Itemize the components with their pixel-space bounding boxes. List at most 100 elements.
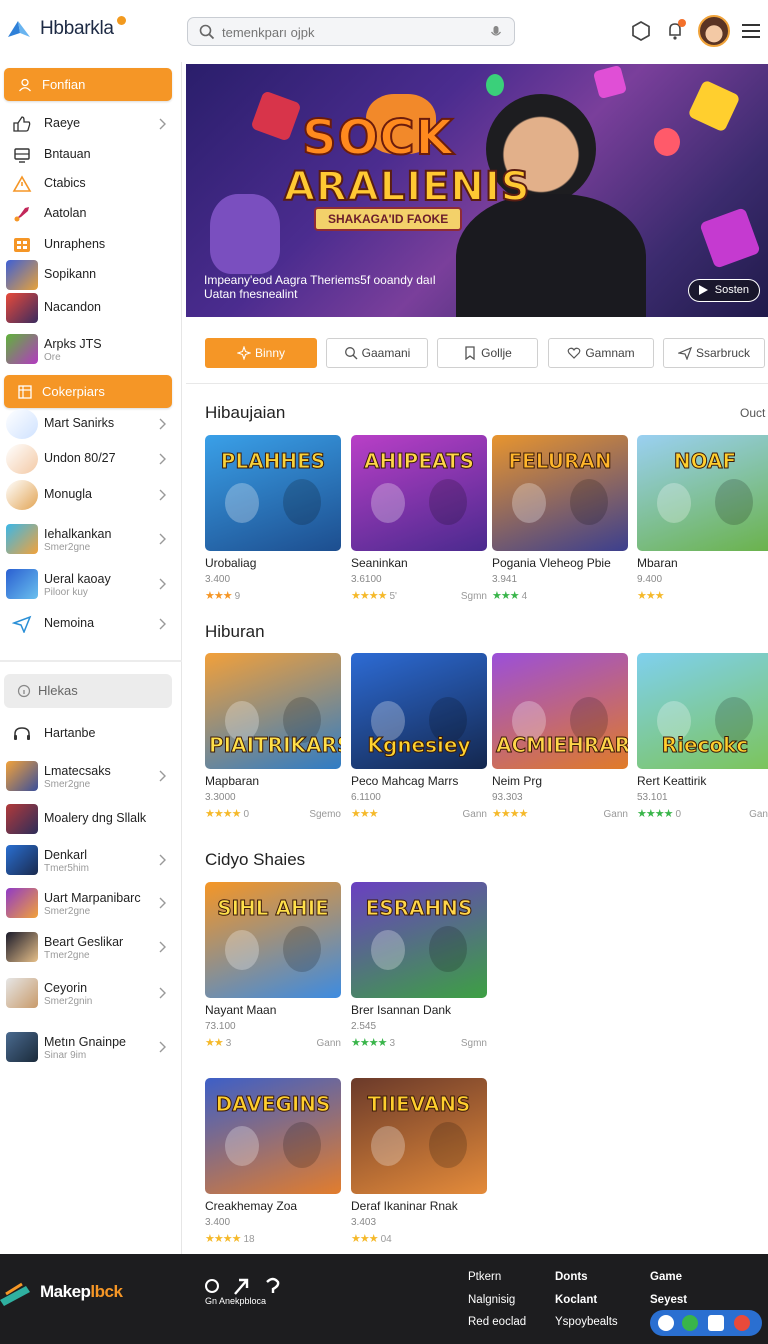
game-title[interactable]: Mapbaran xyxy=(205,774,259,788)
messenger-icon[interactable] xyxy=(658,1315,674,1331)
sidebar-item[interactable]: Nemoina xyxy=(0,607,182,641)
tab-binny[interactable]: Binny xyxy=(205,338,317,368)
page-icon[interactable] xyxy=(708,1315,724,1331)
sidebar-item[interactable]: Raeye xyxy=(0,107,182,141)
game-title[interactable]: Mbaran xyxy=(637,556,678,570)
game-players: 3.6100 xyxy=(351,574,382,585)
game-title[interactable]: Rert Keattirik xyxy=(637,774,706,788)
bug-icon[interactable] xyxy=(734,1315,750,1331)
game-card[interactable]: FELURAN Pogania Vleheog Pbie 3.941 ★★★ 4 xyxy=(492,435,628,605)
footer-brand[interactable]: Makeplbck xyxy=(40,1282,123,1302)
tab-gamnam[interactable]: Gamnam xyxy=(548,338,654,368)
game-players: 6.1100 xyxy=(351,792,381,803)
sidebar-item[interactable]: Unraphens xyxy=(0,228,182,262)
game-cover[interactable]: SIHL AHIE xyxy=(205,882,341,998)
game-title[interactable]: Nayant Maan xyxy=(205,1003,276,1017)
game-card[interactable]: TIIEVANS Deraf Ikaninar Rnak 3.403 ★★★ 04 xyxy=(351,1078,487,1248)
footer-link[interactable]: Donts xyxy=(555,1271,588,1283)
sparkle-icon xyxy=(236,346,251,360)
hero-banner[interactable]: SOCK ARALIENIS SHAKAGA'ID FAOKE Impeany'… xyxy=(186,64,768,317)
sidebar-search[interactable]: Hlekas xyxy=(4,674,172,708)
footer-link[interactable]: Ptkern xyxy=(468,1271,501,1283)
sidebar-item[interactable]: Metın Gnainpe Sinar 9im xyxy=(0,1030,182,1064)
rating-stars: ★★★★ 5' xyxy=(351,589,397,602)
cube-decoration xyxy=(250,90,302,142)
avatar[interactable] xyxy=(698,15,730,47)
sidebar-section-button[interactable]: Cokerpiars xyxy=(4,375,172,408)
game-cover[interactable]: ESRAHNS xyxy=(351,882,487,998)
rating-value: 0 xyxy=(675,809,682,820)
game-card[interactable]: SIHL AHIE Nayant Maan 73.100 ★★ 3 Gann xyxy=(205,882,341,1052)
game-card[interactable]: Kgnesiey Peco Mahcag Marrs 6.1100 ★★★ Gann xyxy=(351,653,487,823)
tools-label: Gn Anekpbloca xyxy=(205,1296,267,1306)
sidebar-item[interactable]: Nacandon xyxy=(0,291,182,325)
game-cover[interactable]: DAVEGINS xyxy=(205,1078,341,1194)
sidebar-item[interactable]: Arpks JTS Ore xyxy=(0,332,182,366)
footer-link[interactable]: Seyest xyxy=(650,1294,687,1306)
sidebar-item[interactable]: Monugla xyxy=(0,478,182,512)
sidebar-item[interactable]: Moalery dng Sllalk xyxy=(0,802,182,836)
game-cover[interactable]: FELURAN xyxy=(492,435,628,551)
game-title[interactable]: Seaninkan xyxy=(351,556,408,570)
game-cover[interactable]: TIIEVANS xyxy=(351,1078,487,1194)
game-cover[interactable]: AHIPEATS xyxy=(351,435,487,551)
game-card[interactable]: Riecokc Rert Keattirik 53.101 ★★★★ 0 Gan xyxy=(637,653,768,823)
game-cover[interactable]: ACMIEHRAR xyxy=(492,653,628,769)
game-title[interactable]: Neim Prg xyxy=(492,774,542,788)
game-title[interactable]: Urobaliag xyxy=(205,556,256,570)
hero-cta-button[interactable]: Sosten xyxy=(687,279,760,302)
settings-icon[interactable] xyxy=(630,20,652,42)
top-bar: Hbbarkla xyxy=(0,0,768,62)
sidebar-item[interactable]: Hartanbe xyxy=(0,717,182,751)
game-thumbnail xyxy=(6,409,38,439)
footer-link[interactable]: Red eoclad xyxy=(468,1316,526,1328)
search-bar[interactable] xyxy=(187,17,515,46)
game-cover[interactable]: PIAITRIKARS xyxy=(205,653,341,769)
footer-link[interactable]: Koclant xyxy=(555,1294,597,1306)
sidebar-item[interactable]: Denkarl Tmer5him xyxy=(0,843,182,877)
sidebar-item[interactable]: Mart Sanirks xyxy=(0,407,182,441)
sidebar-item[interactable]: Aatolan xyxy=(0,197,182,231)
game-card[interactable]: ESRAHNS Brer Isannan Dank 2.545 ★★★★ 3 Sgmn xyxy=(351,882,487,1052)
microphone-icon[interactable] xyxy=(490,25,502,40)
section-more-link[interactable]: Ouct xyxy=(740,406,765,420)
game-title[interactable]: Brer Isannan Dank xyxy=(351,1003,451,1017)
game-card[interactable]: NOAF Mbaran 9.400 ★★★ xyxy=(637,435,768,605)
game-card[interactable]: DAVEGINS Creakhemay Zoa 3.400 ★★★★ 18 xyxy=(205,1078,341,1248)
game-card[interactable]: PIAITRIKARS Mapbaran 3.3000 ★★★★ 0 Sgemo xyxy=(205,653,341,823)
whatsapp-icon[interactable] xyxy=(682,1315,698,1331)
game-cover[interactable]: NOAF xyxy=(637,435,768,551)
tab-gollje[interactable]: Gollje xyxy=(437,338,538,368)
game-title[interactable]: Peco Mahcag Marrs xyxy=(351,774,458,788)
tab-ssarbruck[interactable]: Ssarbruck xyxy=(663,338,765,368)
game-cover[interactable]: Riecokc xyxy=(637,653,768,769)
game-thumbnail xyxy=(6,334,38,364)
tab-gaamani[interactable]: Gaamani xyxy=(326,338,428,368)
search-input[interactable] xyxy=(222,22,472,42)
sidebar-item[interactable]: Uart Marpanibarc Smer2gne xyxy=(0,886,182,920)
game-card[interactable]: ACMIEHRAR Neim Prg 93.303 ★★★★ Gann xyxy=(492,653,628,823)
menu-icon[interactable] xyxy=(740,20,762,42)
sidebar-item[interactable]: Ctabics xyxy=(0,167,182,201)
tools-icons[interactable] xyxy=(203,1276,293,1312)
sidebar-item[interactable]: Undon 80/27 xyxy=(0,442,182,476)
game-title[interactable]: Pogania Vleheog Pbie xyxy=(492,556,611,570)
sidebar-primary-button[interactable]: Fonfian xyxy=(4,68,172,101)
sidebar-item[interactable]: Sopikann xyxy=(0,258,182,292)
sidebar-item[interactable]: Lmatecsaks Smer2gne xyxy=(0,759,182,793)
footer-link[interactable]: Nalgnisig xyxy=(468,1294,515,1306)
game-card[interactable]: AHIPEATS Seaninkan 3.6100 ★★★★ 5' Sgmn xyxy=(351,435,487,605)
game-cover[interactable]: PLAHHES xyxy=(205,435,341,551)
app-name[interactable]: Hbbarkla xyxy=(40,18,114,40)
sidebar-item[interactable]: Iehalkankan Smer2gne xyxy=(0,522,182,556)
sidebar-item[interactable]: Ceyorin Smer2gnin xyxy=(0,976,182,1010)
footer-link[interactable]: Yspoybealts xyxy=(555,1316,618,1328)
headset-icon xyxy=(14,727,30,740)
game-title[interactable]: Creakhemay Zoa xyxy=(205,1199,297,1213)
game-card[interactable]: PLAHHES Urobaliag 3.400 ★★★ 9 xyxy=(205,435,341,605)
game-cover[interactable]: Kgnesiey xyxy=(351,653,487,769)
footer-link[interactable]: Game xyxy=(650,1271,682,1283)
sidebar-item[interactable]: Ueral kaoay Piloor kuy xyxy=(0,567,182,601)
sidebar-item[interactable]: Beart Geslikar Tmer2gne xyxy=(0,930,182,964)
game-title[interactable]: Deraf Ikaninar Rnak xyxy=(351,1199,458,1213)
